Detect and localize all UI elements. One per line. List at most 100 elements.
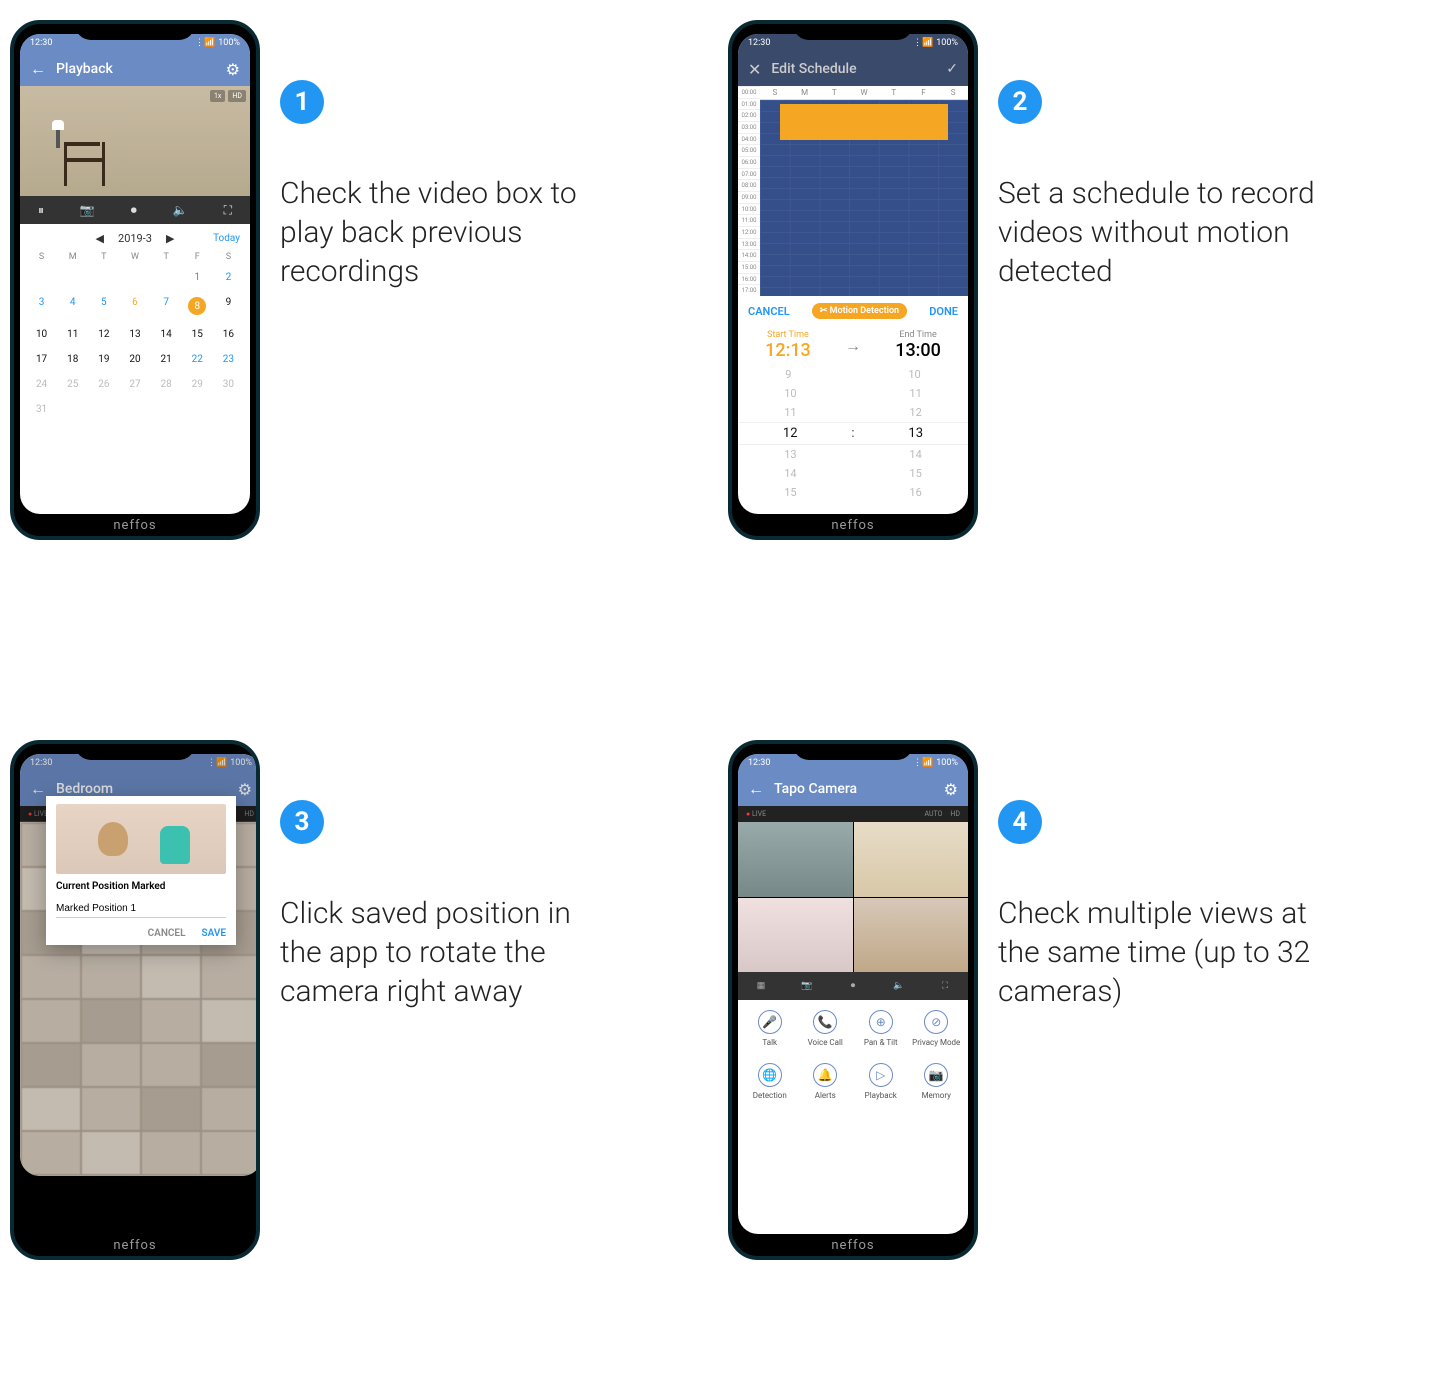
quality-tag[interactable]: HD [228, 90, 246, 102]
next-month-icon[interactable]: ▶ [166, 232, 174, 245]
calendar-day[interactable]: 22 [182, 350, 213, 369]
start-time[interactable]: Start Time 12:13 [765, 330, 811, 361]
calendar-day[interactable]: 8 [182, 293, 213, 319]
calendar-day[interactable]: 28 [151, 375, 182, 394]
calendar-day[interactable] [88, 400, 119, 419]
calendar-day[interactable] [151, 268, 182, 287]
phone-frame-2: neffos 12:30 ⋮📶100% ✕ Edit Schedule ✓ 00… [728, 20, 978, 540]
modal-scrim[interactable]: Current Position Marked CANCEL SAVE [20, 754, 260, 1176]
position-name-input[interactable] [56, 900, 226, 918]
done-button[interactable]: DONE [929, 305, 958, 318]
calendar-day[interactable]: 19 [88, 350, 119, 369]
cancel-button[interactable]: CANCEL [148, 928, 186, 939]
grid-icon[interactable]: ▦ [738, 981, 784, 991]
calendar-grid[interactable]: 1234567891011121314151617181920212223242… [20, 265, 250, 422]
calendar-day[interactable] [119, 400, 150, 419]
calendar-day[interactable]: 2 [213, 268, 244, 287]
calendar-day[interactable]: 12 [88, 325, 119, 344]
cancel-button[interactable]: CANCEL [748, 305, 790, 318]
camera-tile[interactable] [854, 898, 969, 973]
step-badge-2: 2 [998, 80, 1042, 124]
action-talk[interactable]: 🎤Talk [742, 1010, 798, 1047]
calendar-day[interactable]: 21 [151, 350, 182, 369]
end-time[interactable]: End Time 13:00 [895, 330, 941, 361]
calendar-day[interactable]: 1 [182, 268, 213, 287]
calendar-day[interactable]: 23 [213, 350, 244, 369]
record-icon[interactable]: ⏺ [830, 981, 876, 991]
calendar-day[interactable] [213, 400, 244, 419]
calendar-day[interactable]: 31 [26, 400, 57, 419]
gear-icon[interactable]: ⚙ [226, 60, 240, 79]
calendar-day[interactable]: 6 [119, 293, 150, 319]
fullscreen-icon[interactable]: ⛶ [224, 203, 232, 218]
back-icon[interactable]: ← [30, 59, 46, 79]
calendar-day[interactable]: 30 [213, 375, 244, 394]
pause-icon[interactable]: ⏸ [38, 203, 44, 218]
action-voice-call[interactable]: 📞Voice Call [798, 1010, 854, 1047]
action-memory[interactable]: 📷Memory [909, 1063, 965, 1100]
calendar-day[interactable]: 16 [213, 325, 244, 344]
calendar-day[interactable] [57, 268, 88, 287]
camera-tile[interactable] [854, 822, 969, 897]
speaker-icon[interactable]: 🔈 [173, 203, 188, 217]
calendar-day[interactable]: 13 [119, 325, 150, 344]
calendar-day[interactable] [151, 400, 182, 419]
calendar-day[interactable]: 25 [57, 375, 88, 394]
prev-month-icon[interactable]: ◀ [96, 232, 104, 245]
action-alerts[interactable]: 🔔Alerts [798, 1063, 854, 1100]
step-badge-3: 3 [280, 800, 324, 844]
snapshot-icon[interactable]: 📷 [784, 981, 830, 991]
motion-chip[interactable]: ✂ Motion Detection [812, 303, 907, 319]
time-picker-wheel[interactable]: 9101011111212:13131414151516 [738, 365, 968, 502]
close-icon[interactable]: ✕ [748, 60, 761, 79]
calendar-day[interactable]: 4 [57, 293, 88, 319]
phone-brand: neffos [732, 518, 974, 533]
action-detection[interactable]: 🌐Detection [742, 1063, 798, 1100]
calendar-day[interactable]: 26 [88, 375, 119, 394]
calendar-day[interactable] [57, 400, 88, 419]
calendar-day[interactable]: 7 [151, 293, 182, 319]
step-caption-2: Set a schedule to record videos without … [998, 174, 1318, 291]
action-privacy-mode[interactable]: ⊘Privacy Mode [909, 1010, 965, 1047]
action-playback[interactable]: ▷Playback [853, 1063, 909, 1100]
schedule-block[interactable] [780, 104, 948, 140]
save-button[interactable]: SAVE [201, 928, 226, 939]
calendar-day[interactable]: 24 [26, 375, 57, 394]
calendar-day[interactable]: 18 [57, 350, 88, 369]
schedule-grid[interactable]: 00:0001:0002:0003:0004:0005:0006:0007:00… [738, 86, 968, 296]
calendar-day[interactable] [88, 268, 119, 287]
record-icon[interactable]: ⏺ [131, 203, 137, 218]
calendar-day[interactable]: 14 [151, 325, 182, 344]
snapshot-icon[interactable]: 📷 [80, 203, 95, 217]
speed-tag[interactable]: 1x [210, 90, 225, 102]
phone-brand: neffos [14, 518, 256, 533]
month-label[interactable]: 2019-3 [118, 232, 152, 245]
calendar-day[interactable]: 10 [26, 325, 57, 344]
calendar-day[interactable]: 5 [88, 293, 119, 319]
confirm-icon[interactable]: ✓ [946, 61, 958, 77]
video-preview[interactable]: 1x HD [20, 86, 250, 196]
calendar-day[interactable]: 11 [57, 325, 88, 344]
page-title: Tapo Camera [774, 781, 857, 797]
appbar-schedule: ✕ Edit Schedule ✓ [738, 52, 968, 86]
calendar-day[interactable]: 15 [182, 325, 213, 344]
calendar-day[interactable]: 27 [119, 375, 150, 394]
calendar-day[interactable]: 17 [26, 350, 57, 369]
calendar-day[interactable]: 3 [26, 293, 57, 319]
calendar-day[interactable] [119, 268, 150, 287]
speaker-icon[interactable]: 🔈 [876, 981, 922, 991]
gear-icon[interactable]: ⚙ [944, 780, 958, 799]
camera-tile[interactable] [738, 898, 853, 973]
back-icon[interactable]: ← [748, 779, 764, 799]
today-link[interactable]: Today [213, 233, 240, 244]
calendar-day[interactable] [26, 268, 57, 287]
calendar-day[interactable]: 9 [213, 293, 244, 319]
calendar-day[interactable] [182, 400, 213, 419]
multi-view-grid[interactable] [738, 822, 968, 972]
calendar-day[interactable]: 20 [119, 350, 150, 369]
camera-tile[interactable] [738, 822, 853, 897]
action-pan-tilt[interactable]: ⊕Pan & Tilt [853, 1010, 909, 1047]
calendar-day[interactable]: 29 [182, 375, 213, 394]
fullscreen-icon[interactable]: ⛶ [922, 981, 968, 991]
phone-frame-3: neffos 12:30 ⋮📶100% ← Bedroom ⚙ LIVE AUT… [10, 740, 260, 1260]
